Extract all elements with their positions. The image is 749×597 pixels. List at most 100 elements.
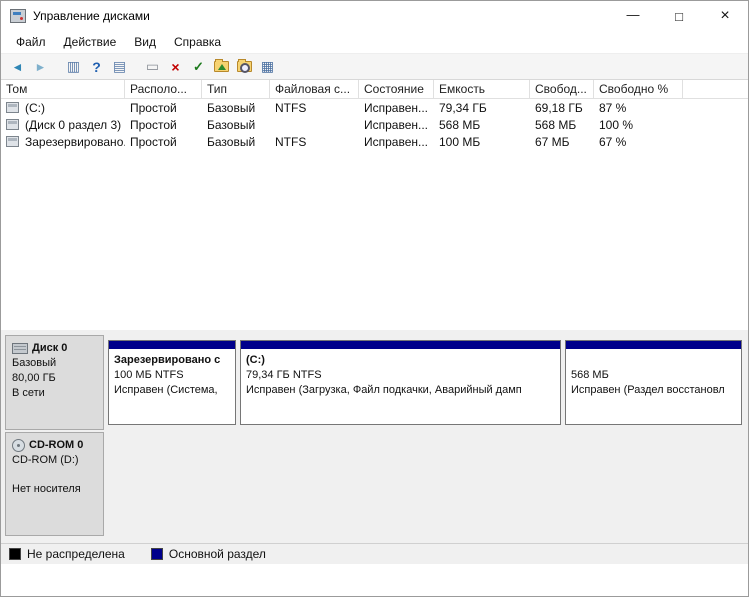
layout-cell: Простой bbox=[125, 135, 202, 149]
window-title: Управление дисками bbox=[33, 9, 150, 23]
table-row[interactable]: (C:) Простой Базовый NTFS Исправен... 79… bbox=[1, 99, 748, 116]
toolbar: ◄ ► ▥ ? ▤ ▭ × ✓ ▦ bbox=[1, 53, 748, 80]
status-cell: Исправен... bbox=[359, 118, 434, 132]
volume-name-cell: (Диск 0 раздел 3) bbox=[1, 118, 125, 132]
capacity-cell: 79,34 ГБ bbox=[434, 101, 530, 115]
menu-view[interactable]: Вид bbox=[125, 33, 165, 51]
column-header-free[interactable]: Свобод... bbox=[530, 80, 594, 98]
view-options-button[interactable]: ▦ bbox=[257, 57, 278, 77]
partition-c[interactable]: (C:) 79,34 ГБ NTFS Исправен (Загрузка, Ф… bbox=[240, 340, 561, 425]
checkmark-icon: ✓ bbox=[193, 59, 204, 75]
disk-0-partitions: Зарезервировано с 100 МБ NTFS Исправен (… bbox=[104, 335, 744, 430]
explore-button[interactable] bbox=[234, 57, 255, 77]
close-button[interactable]: × bbox=[702, 1, 748, 31]
minimize-button[interactable]: — bbox=[610, 1, 656, 31]
menu-bar: Файл Действие Вид Справка bbox=[1, 31, 748, 53]
partition-system-reserved[interactable]: Зарезервировано с 100 МБ NTFS Исправен (… bbox=[108, 340, 236, 425]
console-tree-button[interactable]: ▥ bbox=[63, 57, 84, 77]
delete-icon: × bbox=[171, 59, 179, 75]
menu-file[interactable]: Файл bbox=[7, 33, 55, 51]
volume-icon bbox=[6, 119, 19, 130]
volume-name-cell: (C:) bbox=[1, 101, 125, 115]
open-folder-icon bbox=[214, 61, 229, 72]
export-list-button[interactable]: ▤ bbox=[109, 57, 130, 77]
disk-0-name: Диск 0 bbox=[32, 341, 67, 356]
column-header-filesystem[interactable]: Файловая с... bbox=[270, 80, 359, 98]
partition-details: Зарезервировано с 100 МБ NTFS Исправен (… bbox=[109, 349, 235, 398]
disk-0-info-panel[interactable]: Диск 0 Базовый 80,00 ГБ В сети bbox=[5, 335, 104, 430]
open-button[interactable] bbox=[211, 57, 232, 77]
delete-volume-button[interactable]: × bbox=[165, 57, 186, 77]
unallocated-swatch bbox=[9, 548, 21, 560]
volume-name: (Диск 0 раздел 3) bbox=[25, 118, 121, 132]
partition-details: (C:) 79,34 ГБ NTFS Исправен (Загрузка, Ф… bbox=[241, 349, 560, 398]
back-button[interactable]: ◄ bbox=[7, 57, 28, 77]
cdrom-0-name: CD-ROM 0 bbox=[29, 438, 83, 453]
partition-name bbox=[571, 353, 736, 368]
action-pane-button[interactable]: ▭ bbox=[142, 57, 163, 77]
bottom-strip bbox=[1, 564, 748, 596]
console-tree-icon: ▥ bbox=[67, 58, 80, 75]
forward-button[interactable]: ► bbox=[30, 57, 51, 77]
cdrom-0-drive-letter: CD-ROM (D:) bbox=[12, 453, 97, 468]
partition-size: 568 МБ bbox=[571, 368, 736, 383]
close-icon: × bbox=[720, 7, 729, 25]
status-cell: Исправен... bbox=[359, 101, 434, 115]
column-header-filler bbox=[683, 80, 748, 98]
primary-partition-swatch bbox=[151, 548, 163, 560]
menu-help[interactable]: Справка bbox=[165, 33, 230, 51]
volume-name: Зарезервировано... bbox=[25, 135, 125, 149]
partition-status: Исправен (Система, bbox=[114, 383, 230, 398]
minimize-icon: — bbox=[627, 7, 640, 22]
free-cell: 69,18 ГБ bbox=[530, 101, 594, 115]
table-row[interactable]: (Диск 0 раздел 3) Простой Базовый Исправ… bbox=[1, 116, 748, 133]
column-header-capacity[interactable]: Емкость bbox=[434, 80, 530, 98]
type-cell: Базовый bbox=[202, 135, 270, 149]
legend-item-unallocated: Не распределена bbox=[9, 547, 125, 561]
column-header-status[interactable]: Состояние bbox=[359, 80, 434, 98]
partition-color-strip bbox=[566, 341, 741, 349]
cd-icon bbox=[12, 439, 25, 452]
disk-0-status: В сети bbox=[12, 386, 97, 401]
column-header-free-pct[interactable]: Свободно % bbox=[594, 80, 683, 98]
table-row[interactable]: Зарезервировано... Простой Базовый NTFS … bbox=[1, 133, 748, 150]
partition-recovery[interactable]: 568 МБ Исправен (Раздел восстановл bbox=[565, 340, 742, 425]
free-pct-cell: 67 % bbox=[594, 135, 683, 149]
help-button[interactable]: ? bbox=[86, 57, 107, 77]
legend-label: Не распределена bbox=[27, 547, 125, 561]
partition-details: 568 МБ Исправен (Раздел восстановл bbox=[566, 349, 741, 398]
partition-size: 100 МБ NTFS bbox=[114, 368, 230, 383]
cdrom-0-info-panel[interactable]: CD-ROM 0 CD-ROM (D:) Нет носителя bbox=[5, 432, 104, 536]
column-header-volume[interactable]: Том bbox=[1, 80, 125, 98]
graphical-view: Диск 0 Базовый 80,00 ГБ В сети Зарезерви… bbox=[1, 330, 748, 543]
legend-bar: Не распределена Основной раздел bbox=[1, 543, 748, 564]
capacity-cell: 100 МБ bbox=[434, 135, 530, 149]
capacity-cell: 568 МБ bbox=[434, 118, 530, 132]
column-header-type[interactable]: Тип bbox=[202, 80, 270, 98]
view-grid-icon: ▦ bbox=[261, 58, 274, 75]
cdrom-0-title: CD-ROM 0 bbox=[12, 438, 97, 453]
free-pct-cell: 87 % bbox=[594, 101, 683, 115]
hdd-icon bbox=[12, 343, 28, 354]
volume-name-cell: Зарезервировано... bbox=[1, 135, 125, 149]
disk-0-type: Базовый bbox=[12, 356, 97, 371]
title-bar: Управление дисками — □ × bbox=[1, 1, 748, 31]
partition-color-strip bbox=[241, 341, 560, 349]
export-list-icon: ▤ bbox=[113, 58, 126, 75]
volume-list-header: Том Располо... Тип Файловая с... Состоян… bbox=[1, 80, 748, 99]
type-cell: Базовый bbox=[202, 101, 270, 115]
volume-icon bbox=[6, 136, 19, 147]
action-pane-icon: ▭ bbox=[146, 58, 159, 75]
disk-management-window: Управление дисками — □ × Файл Действие В… bbox=[0, 0, 749, 597]
menu-action[interactable]: Действие bbox=[55, 33, 126, 51]
column-header-layout[interactable]: Располо... bbox=[125, 80, 202, 98]
disk-0-row: Диск 0 Базовый 80,00 ГБ В сети Зарезерви… bbox=[5, 335, 744, 430]
maximize-icon: □ bbox=[675, 9, 683, 24]
explore-folder-icon bbox=[237, 61, 252, 72]
disk-0-size: 80,00 ГБ bbox=[12, 371, 97, 386]
mark-active-button[interactable]: ✓ bbox=[188, 57, 209, 77]
cdrom-0-empty-area bbox=[104, 432, 744, 536]
maximize-button[interactable]: □ bbox=[656, 1, 702, 31]
window-controls: — □ × bbox=[610, 1, 748, 31]
forward-icon: ► bbox=[35, 60, 47, 74]
